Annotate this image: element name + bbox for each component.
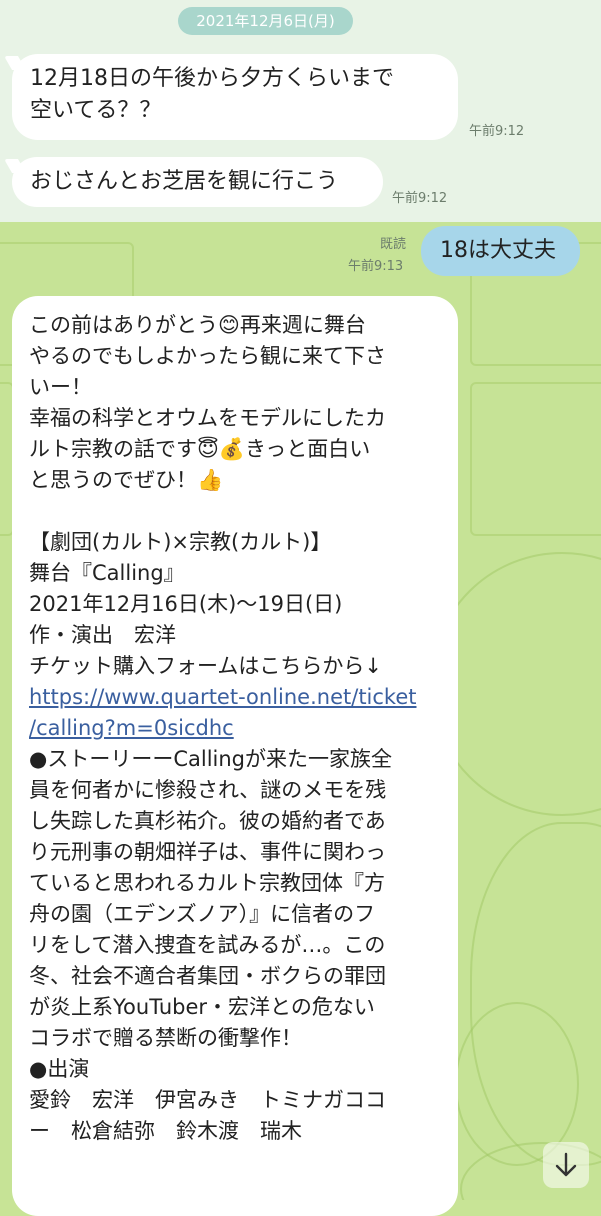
message-line: ー 松倉結弥 鈴木渡 瑞木: [29, 1119, 302, 1143]
long-message-bubble[interactable]: この前はありがとう😊再来週に舞台 やるのでもしよかったら観に来て下さ いー！ 幸…: [12, 296, 458, 1216]
message-line: ルト宗教の話です😇💰きっと面白い: [29, 437, 371, 461]
message-line: ていると思われるカルト宗教団体『方: [29, 871, 385, 895]
message-time: 午前9:12: [392, 191, 448, 206]
ticket-link[interactable]: https://www.quartet-online.net/ticket: [29, 682, 440, 713]
message-time: 午前9:12: [469, 124, 525, 139]
message-line: 【劇団(カルト)×宗教(カルト)】: [29, 530, 332, 554]
message-line: 舟の園（エデンズノア）』に信者のフ: [29, 902, 376, 926]
read-receipt: 既読: [380, 237, 407, 252]
message-line: 愛鈴 宏洋 伊宮みき トミナガココ: [29, 1088, 386, 1112]
message-line: チケット購入フォームはこちらから↓: [29, 654, 382, 678]
message-line: が炎上系YouTuber・宏洋との危ない: [29, 995, 375, 1019]
message-line: 員を何者かに惨殺され、謎のメモを残: [29, 778, 387, 802]
message-line: コラボで贈る禁断の衝撃作！: [29, 1026, 302, 1050]
message-line: 作・演出 宏洋: [29, 623, 176, 647]
message-bubble[interactable]: おじさんとお芝居を観に行こう: [12, 157, 383, 207]
message-line: ●ストーリーーCallingが来た一家族全: [29, 747, 392, 771]
message-time: 午前9:13: [348, 259, 404, 274]
message-line: 幸福の科学とオウムをモデルにしたカ: [29, 406, 386, 430]
message-bubble[interactable]: 12月18日の午後から夕方くらいまで 空いてる？？: [12, 54, 458, 140]
message-line: この前はありがとう😊再来週に舞台: [29, 313, 366, 337]
scroll-to-bottom-button[interactable]: [543, 1142, 589, 1188]
message-text: 18は大丈夫: [440, 238, 556, 263]
message-line: 冬、社会不適合者集団・ボクらの罪団: [29, 964, 386, 988]
message-line: 舞台『Calling』: [29, 561, 185, 585]
message-line: 2021年12月16日(木)〜19日(日): [29, 592, 343, 616]
message-text: 12月18日の午後から夕方くらいまで 空いてる？？: [30, 66, 394, 123]
message-line: いー！: [29, 375, 92, 399]
ticket-link[interactable]: /calling?m=0sicdhc: [29, 713, 440, 744]
message-text: おじさんとお芝居を観に行こう: [30, 169, 339, 194]
message-line: リをして潜入捜査を試みるが…。この: [29, 933, 386, 957]
date-chip: 2021年12月6日(月): [178, 7, 353, 35]
message-line: り元刑事の朝畑祥子は、事件に関わっ: [29, 840, 386, 864]
message-line: と思うのでぜひ！👍: [29, 468, 224, 492]
message-line: やるのでもしよかったら観に来て下さ: [29, 344, 386, 368]
message-line: し失踪した真杉祐介。彼の婚約者であ: [29, 809, 386, 833]
arrow-down-icon: [555, 1152, 577, 1177]
message-bubble-sent[interactable]: 18は大丈夫: [421, 226, 580, 276]
message-line: ●出演: [29, 1057, 90, 1081]
